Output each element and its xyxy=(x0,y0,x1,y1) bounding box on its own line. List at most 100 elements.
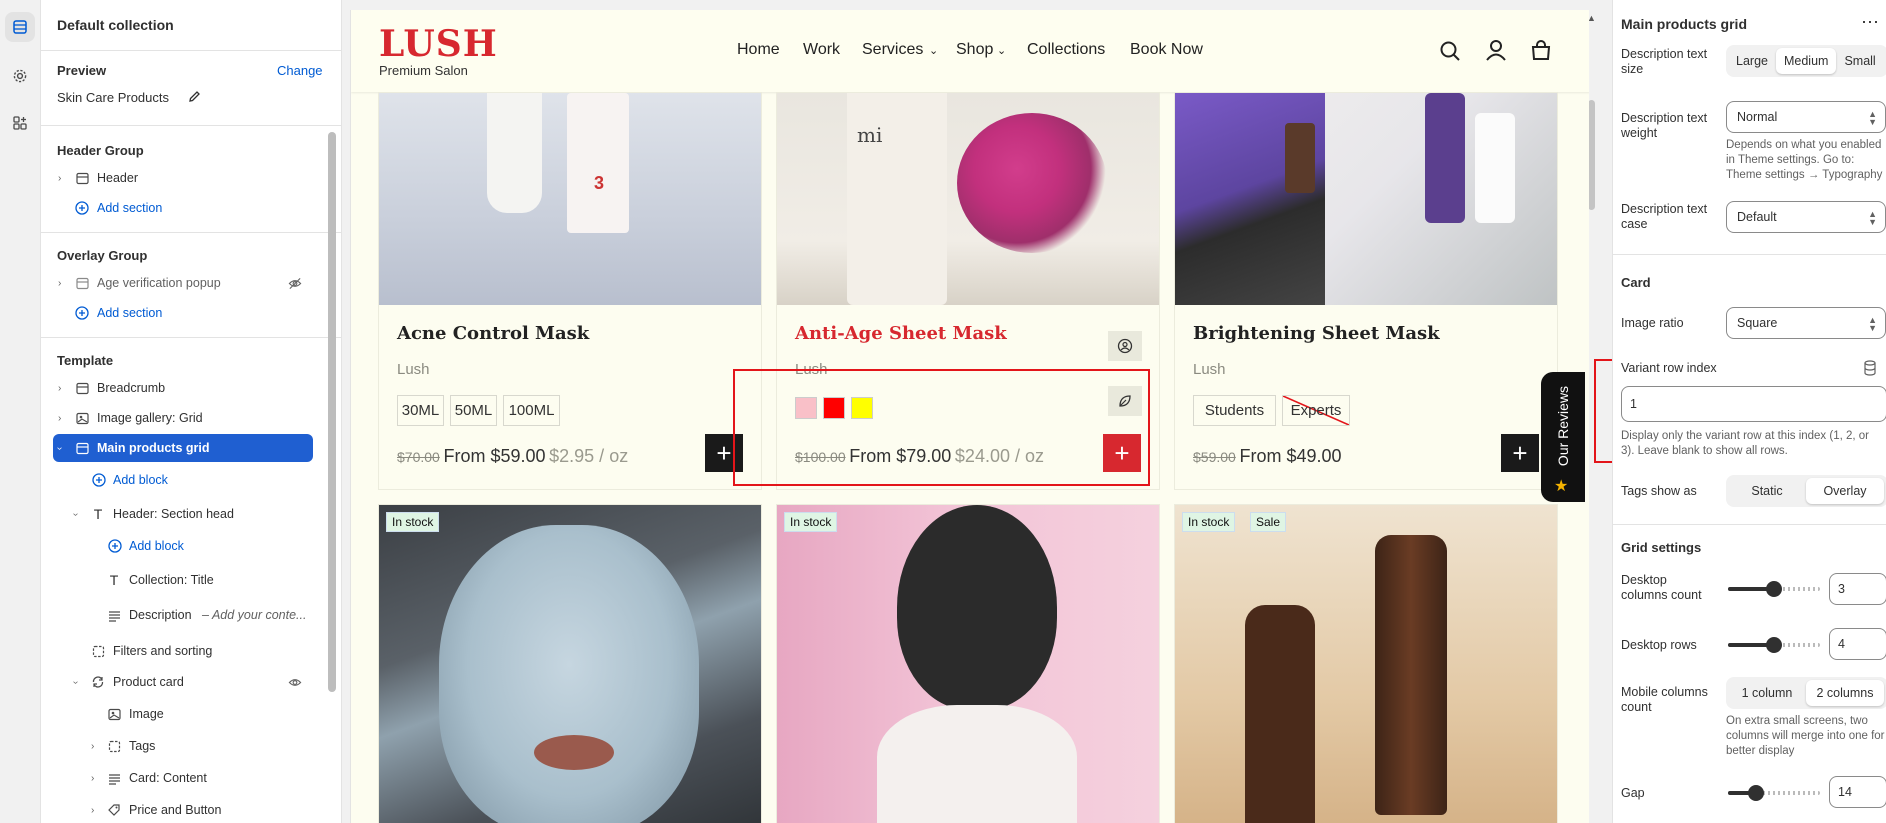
cart-bag-icon[interactable] xyxy=(1530,39,1552,64)
variant-option-unavailable[interactable]: Experts xyxy=(1282,395,1350,426)
variant-row-input[interactable]: 1 xyxy=(1621,386,1886,422)
segment-option-selected[interactable]: Medium xyxy=(1775,48,1837,74)
variant-option[interactable]: 30ML xyxy=(397,395,444,426)
section-row-header[interactable]: › Header xyxy=(41,166,342,190)
chevron-down-icon[interactable]: › xyxy=(70,512,81,515)
chevron-right-icon[interactable]: › xyxy=(91,805,94,816)
mobile-cols-segmented[interactable]: 1 column 2 columns xyxy=(1726,677,1886,709)
segment-option[interactable]: 1 column xyxy=(1728,680,1806,706)
segment-option-selected[interactable]: 2 columns xyxy=(1806,680,1884,706)
desktop-cols-slider[interactable] xyxy=(1728,581,1820,597)
pencil-icon[interactable] xyxy=(187,89,202,107)
account-icon[interactable] xyxy=(1485,39,1507,64)
preview-label: Preview xyxy=(57,63,107,78)
search-icon[interactable] xyxy=(1439,40,1461,65)
nav-shop[interactable]: Shop xyxy=(956,41,993,59)
chevron-right-icon[interactable]: › xyxy=(58,413,61,424)
chevron-down-icon[interactable]: ⌄ xyxy=(997,44,1006,57)
add-block-button[interactable]: Add block xyxy=(41,534,342,558)
gap-input[interactable]: 14 xyxy=(1829,776,1886,808)
desktop-rows-input[interactable]: 4 xyxy=(1829,628,1886,660)
variant-option[interactable]: 100ML xyxy=(503,395,560,426)
product-image[interactable]: 3 xyxy=(379,93,761,305)
block-row-image[interactable]: Image xyxy=(41,702,342,726)
store-header: LUSH Premium Salon Home Work Services ⌄ … xyxy=(351,10,1589,92)
segment-option-selected[interactable]: Overlay xyxy=(1806,478,1884,504)
product-title[interactable]: Acne Control Mask xyxy=(397,323,589,344)
nav-collections[interactable]: Collections xyxy=(1027,41,1105,59)
section-row-age-verification[interactable]: › Age verification popup xyxy=(41,271,342,295)
add-block-button[interactable]: Add block xyxy=(41,468,342,492)
segment-option[interactable]: Small xyxy=(1836,48,1883,74)
slider-knob[interactable] xyxy=(1766,581,1782,597)
chevron-right-icon[interactable]: › xyxy=(91,773,94,784)
nav-work[interactable]: Work xyxy=(803,41,840,59)
stock-badge: In stock xyxy=(784,512,838,532)
section-label: Image gallery: Grid xyxy=(97,411,203,425)
product-card[interactable]: In stock Sale xyxy=(1174,504,1558,823)
chevron-down-icon[interactable]: ⌄ xyxy=(929,44,938,57)
more-options-icon[interactable]: ⋯ xyxy=(1861,12,1880,33)
variant-option[interactable]: Students xyxy=(1193,395,1276,426)
database-icon[interactable] xyxy=(1863,360,1877,379)
chevron-right-icon[interactable]: › xyxy=(58,173,61,184)
change-link[interactable]: Change xyxy=(277,63,323,78)
product-title[interactable]: Brightening Sheet Mask xyxy=(1193,323,1440,344)
nav-services[interactable]: Services xyxy=(862,41,923,59)
block-settings-icon[interactable] xyxy=(1108,331,1142,361)
segment-option[interactable]: Static xyxy=(1728,478,1806,504)
nav-home[interactable]: Home xyxy=(737,41,780,59)
chevron-right-icon[interactable]: › xyxy=(58,383,61,394)
chevron-down-icon[interactable]: › xyxy=(54,446,65,449)
image-ratio-select[interactable]: Square ▲ ▼ xyxy=(1726,307,1886,339)
section-label: Main products grid xyxy=(97,441,210,455)
desktop-cols-input[interactable]: 3 xyxy=(1829,573,1886,605)
section-row-main-products-grid[interactable]: › Main products grid xyxy=(53,434,313,462)
product-image[interactable]: mi xyxy=(777,93,1159,305)
section-row-breadcrumb[interactable]: › Breadcrumb xyxy=(41,376,342,400)
desc-size-segmented[interactable]: Large Medium Small xyxy=(1726,45,1886,77)
gear-icon[interactable] xyxy=(5,61,35,91)
block-row-collection-title[interactable]: T Collection: Title xyxy=(41,568,342,592)
desc-weight-select[interactable]: Normal ▲ ▼ xyxy=(1726,101,1886,133)
chevron-right-icon[interactable]: › xyxy=(91,741,94,752)
slider-knob[interactable] xyxy=(1748,785,1764,801)
block-row-filters[interactable]: Filters and sorting xyxy=(41,639,342,663)
bottle-shape xyxy=(567,93,629,233)
product-title[interactable]: Anti-Age Sheet Mask xyxy=(795,323,1007,344)
product-image[interactable] xyxy=(1175,93,1557,305)
add-section-button[interactable]: Add section xyxy=(41,301,342,325)
slider-knob[interactable] xyxy=(1766,637,1782,653)
block-row-description[interactable]: Description – Add your conte... xyxy=(41,603,342,627)
store-logo[interactable]: LUSH xyxy=(379,26,498,62)
gap-slider[interactable] xyxy=(1728,785,1820,801)
add-section-button[interactable]: Add section xyxy=(41,196,342,220)
eye-hidden-icon[interactable] xyxy=(288,276,302,290)
chevron-down-icon[interactable]: › xyxy=(70,680,81,683)
sidebar-scrollbar[interactable] xyxy=(328,132,336,692)
eye-icon[interactable] xyxy=(288,675,302,689)
segment-option[interactable]: Large xyxy=(1728,48,1776,74)
block-row-section-head[interactable]: › T Header: Section head xyxy=(41,502,342,526)
reviews-tab[interactable]: Our Reviews ★ xyxy=(1541,372,1585,502)
tags-segmented[interactable]: Static Overlay xyxy=(1726,475,1886,507)
chevron-right-icon[interactable]: › xyxy=(58,278,61,289)
apps-icon[interactable] xyxy=(5,108,35,138)
product-card[interactable]: Brightening Sheet Mask Lush Students Exp… xyxy=(1174,92,1558,490)
desktop-rows-slider[interactable] xyxy=(1728,637,1820,653)
nav-book-now[interactable]: Book Now xyxy=(1130,41,1203,59)
product-card[interactable]: In stock xyxy=(378,504,762,823)
sections-icon[interactable] xyxy=(5,12,35,42)
block-row-tags[interactable]: › Tags xyxy=(41,734,342,758)
block-row-product-card[interactable]: › Product card xyxy=(41,670,342,694)
section-row-image-gallery[interactable]: › Image gallery: Grid xyxy=(41,406,342,430)
product-card[interactable]: 3 Acne Control Mask Lush 30ML 50ML 100ML… xyxy=(378,92,762,490)
block-row-price-button[interactable]: › Price and Button xyxy=(41,798,342,822)
variant-option[interactable]: 50ML xyxy=(450,395,497,426)
product-card[interactable]: In stock xyxy=(776,504,1160,823)
preview-scrollbar[interactable] xyxy=(1588,100,1595,210)
price: From $59.00 xyxy=(443,446,546,466)
block-row-card-content[interactable]: › Card: Content xyxy=(41,766,342,790)
desc-case-select[interactable]: Default ▲ ▼ xyxy=(1726,201,1886,233)
add-to-cart-button[interactable]: + xyxy=(1501,434,1539,472)
